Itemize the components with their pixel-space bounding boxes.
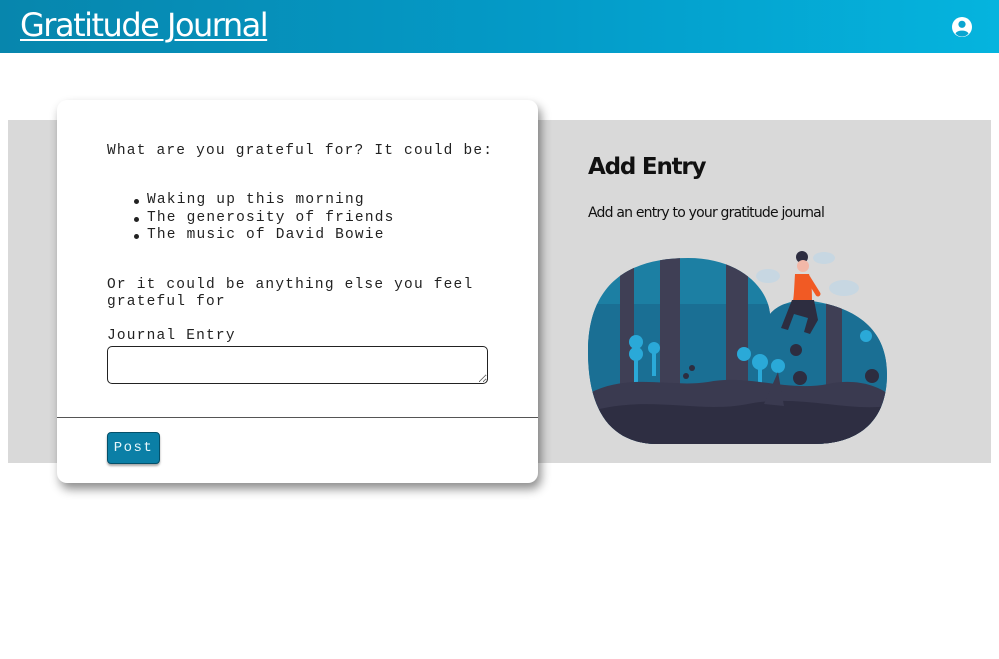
- card-divider: [57, 417, 538, 418]
- prompt-text: What are you grateful for? It could be:: [107, 143, 494, 159]
- forest-illustration: [588, 251, 887, 444]
- else-text: Or it could be anything else you feel gr…: [107, 277, 474, 310]
- account-circle-icon[interactable]: [951, 16, 973, 38]
- suggestion-item: Waking up this morning: [107, 192, 395, 210]
- add-entry-subtitle: Add an entry to your gratitude journal: [588, 205, 825, 221]
- top-navbar: Gratitude Journal: [0, 0, 999, 53]
- journal-entry-label: Journal Entry: [107, 328, 236, 344]
- add-entry-title: Add Entry: [588, 154, 707, 180]
- brand-home-link[interactable]: Gratitude Journal: [20, 6, 269, 44]
- journal-entry-field[interactable]: [107, 346, 488, 384]
- suggestion-list: Waking up this morning The generosity of…: [107, 192, 395, 245]
- suggestion-item: The music of David Bowie: [107, 227, 395, 245]
- suggestion-item: The generosity of friends: [107, 210, 395, 228]
- journal-form-card: What are you grateful for? It could be: …: [57, 100, 538, 483]
- post-button[interactable]: Post: [107, 432, 160, 464]
